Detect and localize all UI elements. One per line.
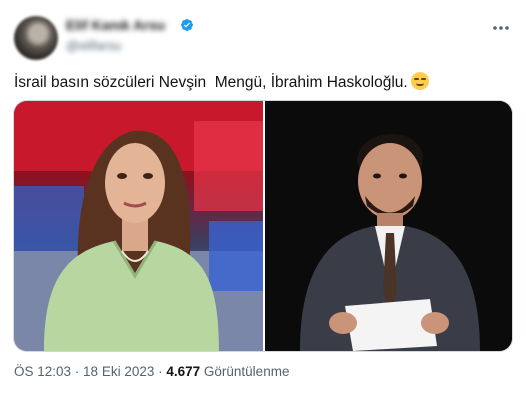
media-photo-right[interactable]	[265, 101, 512, 351]
views-label: Görüntülenme	[200, 364, 290, 379]
media-photo-left[interactable]	[14, 101, 263, 351]
tweet-media-grid	[13, 100, 513, 352]
avatar[interactable]	[14, 16, 58, 60]
woman-anchor-photo	[14, 101, 263, 351]
tweet-text-body: İsrail basın sözcüleri Nevşin Mengü, İbr…	[14, 74, 408, 91]
tweet-text: İsrail basın sözcüleri Nevşin Mengü, İbr…	[14, 72, 514, 93]
view-count[interactable]: 4.677	[166, 364, 200, 379]
relieved-face-emoji-icon	[410, 72, 429, 90]
more-options-icon[interactable]	[490, 18, 512, 38]
tweet-header: Elif Kanık Arsu @elifarsu	[14, 14, 514, 64]
tweet-meta: ÖS 12:03 · 18 Eki 2023 · 4.677 Görüntüle…	[14, 364, 289, 379]
meta-separator: ·	[154, 364, 167, 379]
tweet-card[interactable]: Elif Kanık Arsu @elifarsu İsrail basın s…	[0, 0, 526, 400]
meta-separator: ·	[71, 364, 84, 379]
man-anchor-photo	[265, 101, 512, 351]
display-name[interactable]: Elif Kanık Arsu	[66, 17, 165, 33]
tweet-date[interactable]: 18 Eki 2023	[83, 364, 154, 379]
verified-badge-icon	[181, 19, 193, 31]
user-handle[interactable]: @elifarsu	[66, 38, 121, 53]
user-info[interactable]: Elif Kanık Arsu @elifarsu	[66, 16, 366, 60]
tweet-time[interactable]: ÖS 12:03	[14, 364, 71, 379]
